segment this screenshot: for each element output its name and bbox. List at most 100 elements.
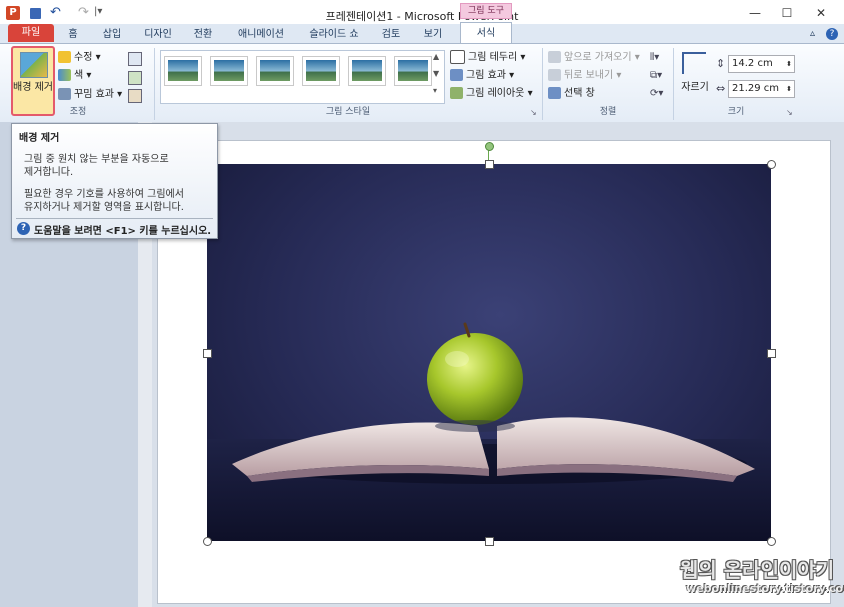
help-icon[interactable]: ? <box>826 28 838 40</box>
tab-file[interactable]: 파일 <box>8 24 54 42</box>
size-group-label: 크기 <box>727 107 745 117</box>
resize-handle-bottom-left[interactable] <box>203 537 212 546</box>
picture-style-thumb[interactable] <box>210 56 248 86</box>
color-icon <box>58 69 71 81</box>
picture-style-thumb[interactable] <box>256 56 294 86</box>
picture-border-label: 그림 테두리 <box>468 52 518 63</box>
selection-pane-label: 선택 창 <box>564 88 595 99</box>
send-backward-button[interactable]: 뒤로 보내기 ▾ <box>548 68 621 84</box>
tab-home[interactable]: 홈 <box>62 27 84 43</box>
send-backward-label: 뒤로 보내기 <box>564 70 614 81</box>
picture-effects-label: 그림 효과 <box>466 70 506 81</box>
picture-layout-button[interactable]: 그림 레이아웃 ▾ <box>450 86 533 102</box>
resize-handle-bottom-right[interactable] <box>767 537 776 546</box>
bring-forward-button[interactable]: 앞으로 가져오기 ▾ <box>548 50 640 66</box>
size-dialog-launcher-icon[interactable]: ↘ <box>786 108 793 117</box>
rotation-handle[interactable] <box>485 142 494 151</box>
tab-transitions[interactable]: 전환 <box>188 27 218 43</box>
tab-insert[interactable]: 삽입 <box>98 27 126 43</box>
tab-review[interactable]: 검토 <box>376 27 406 43</box>
tooltip-divider <box>16 218 213 219</box>
tab-view[interactable]: 보기 <box>418 27 448 43</box>
change-picture-icon[interactable] <box>128 71 142 85</box>
picture-effects-button[interactable]: 그림 효과 ▾ <box>450 68 514 84</box>
tooltip-line: 제거합니다. <box>24 167 74 178</box>
height-input[interactable]: 14.2 cm ⬍ <box>728 55 795 73</box>
picture-layout-label: 그림 레이아웃 <box>466 88 525 99</box>
tooltip-help-text: 도움말을 보려면 <F1> 키를 누르십시오. <box>34 226 212 237</box>
bring-forward-icon <box>548 51 561 63</box>
picture-styles-group-label: 그림 스타일 <box>325 107 371 117</box>
group-separator <box>542 48 543 120</box>
align-icon[interactable]: ⫴▾ <box>650 52 659 63</box>
tab-animations[interactable]: 애니메이션 <box>232 27 290 43</box>
close-button[interactable]: ✕ <box>808 4 834 22</box>
group-separator <box>154 48 155 120</box>
resize-handle-right[interactable] <box>767 349 776 358</box>
remove-background-label: 배경 제거 <box>13 82 53 93</box>
corrections-label: 수정 <box>74 52 93 63</box>
tab-design[interactable]: 디자인 <box>138 27 178 43</box>
dialog-launcher-icon[interactable]: ↘ <box>530 108 537 117</box>
picture-effects-icon <box>450 69 463 81</box>
selection-pane-button[interactable]: 선택 창 <box>548 86 595 102</box>
bring-forward-label: 앞으로 가져오기 <box>564 52 632 63</box>
picture-border-button[interactable]: 그림 테두리 ▾ <box>450 50 525 66</box>
resize-handle-bottom[interactable] <box>485 537 494 546</box>
picture-border-icon <box>450 50 465 64</box>
maximize-button[interactable]: ☐ <box>774 4 800 22</box>
corrections-button[interactable]: 수정 ▾ <box>58 50 101 66</box>
tab-format[interactable]: 서식 <box>460 22 512 45</box>
picture-style-thumb[interactable] <box>164 56 202 86</box>
reset-picture-icon[interactable] <box>128 89 142 103</box>
gallery-scroll-down-icon[interactable]: ▼ <box>433 69 439 78</box>
picture-style-thumb[interactable] <box>302 56 340 86</box>
picture-style-thumb[interactable] <box>394 56 432 86</box>
width-icon: ⇔ <box>716 82 726 95</box>
resize-handle-left[interactable] <box>203 349 212 358</box>
minimize-button[interactable]: — <box>742 4 768 22</box>
watermark-title: 웹의 온라인이야기 <box>680 558 835 582</box>
remove-background-tooltip: 배경 제거 그림 중 원치 않는 부분을 자동으로 제거합니다. 필요한 경우 … <box>11 123 218 239</box>
tab-slide-show[interactable]: 슬라이드 쇼 <box>302 27 366 43</box>
width-input[interactable]: 21.29 cm ⬍ <box>728 80 795 98</box>
gallery-more-icon[interactable]: ▾ <box>433 86 437 95</box>
height-spin-icon[interactable]: ⬍ <box>786 56 792 72</box>
watermark-url: webonlinestory.tistory.com <box>686 582 844 595</box>
rotate-icon[interactable]: ⟳▾ <box>650 88 663 99</box>
send-backward-icon <box>548 69 561 81</box>
tooltip-line: 유지하거나 제거할 영역을 표시합니다. <box>24 202 184 213</box>
help-question-icon: ? <box>17 222 30 235</box>
selection-pane-icon <box>548 87 561 99</box>
color-button[interactable]: 색 ▾ <box>58 68 91 84</box>
artistic-effects-label: 꾸밈 효과 <box>74 89 114 100</box>
crop-label: 자르기 <box>681 82 709 93</box>
crop-button[interactable]: 자르기 <box>678 50 712 100</box>
adjust-group-label: 조정 <box>69 107 87 117</box>
resize-handle-top-right[interactable] <box>767 160 776 169</box>
height-value: 14.2 cm <box>732 58 773 69</box>
width-value: 21.29 cm <box>732 83 780 94</box>
group-separator <box>673 48 674 120</box>
compress-pictures-icon[interactable] <box>128 52 142 66</box>
crop-icon <box>682 52 706 74</box>
resize-handle-top[interactable] <box>485 160 494 169</box>
artistic-effects-icon <box>58 88 71 100</box>
contextual-group-label: 그림 도구 <box>460 3 512 19</box>
apple-on-book-image <box>207 322 771 541</box>
remove-background-icon <box>20 52 48 78</box>
color-label: 색 <box>74 70 84 81</box>
arrange-group-label: 정렬 <box>599 107 617 117</box>
selected-picture[interactable] <box>207 164 771 541</box>
gallery-scroll-up-icon[interactable]: ▲ <box>433 52 439 61</box>
tooltip-title: 배경 제거 <box>19 133 60 144</box>
width-spin-icon[interactable]: ⬍ <box>786 81 792 97</box>
artistic-effects-button[interactable]: 꾸밈 효과 ▾ <box>58 87 122 103</box>
height-icon: ⇕ <box>716 57 726 70</box>
corrections-icon <box>58 51 71 63</box>
picture-style-thumb[interactable] <box>348 56 386 86</box>
window-title: 프레젠테이션1 - Microsoft PowerPoint <box>325 10 519 23</box>
minimize-ribbon-icon[interactable]: ▵ <box>810 28 815 39</box>
picture-layout-icon <box>450 87 463 99</box>
group-objects-icon[interactable]: ⧉▾ <box>650 70 662 81</box>
